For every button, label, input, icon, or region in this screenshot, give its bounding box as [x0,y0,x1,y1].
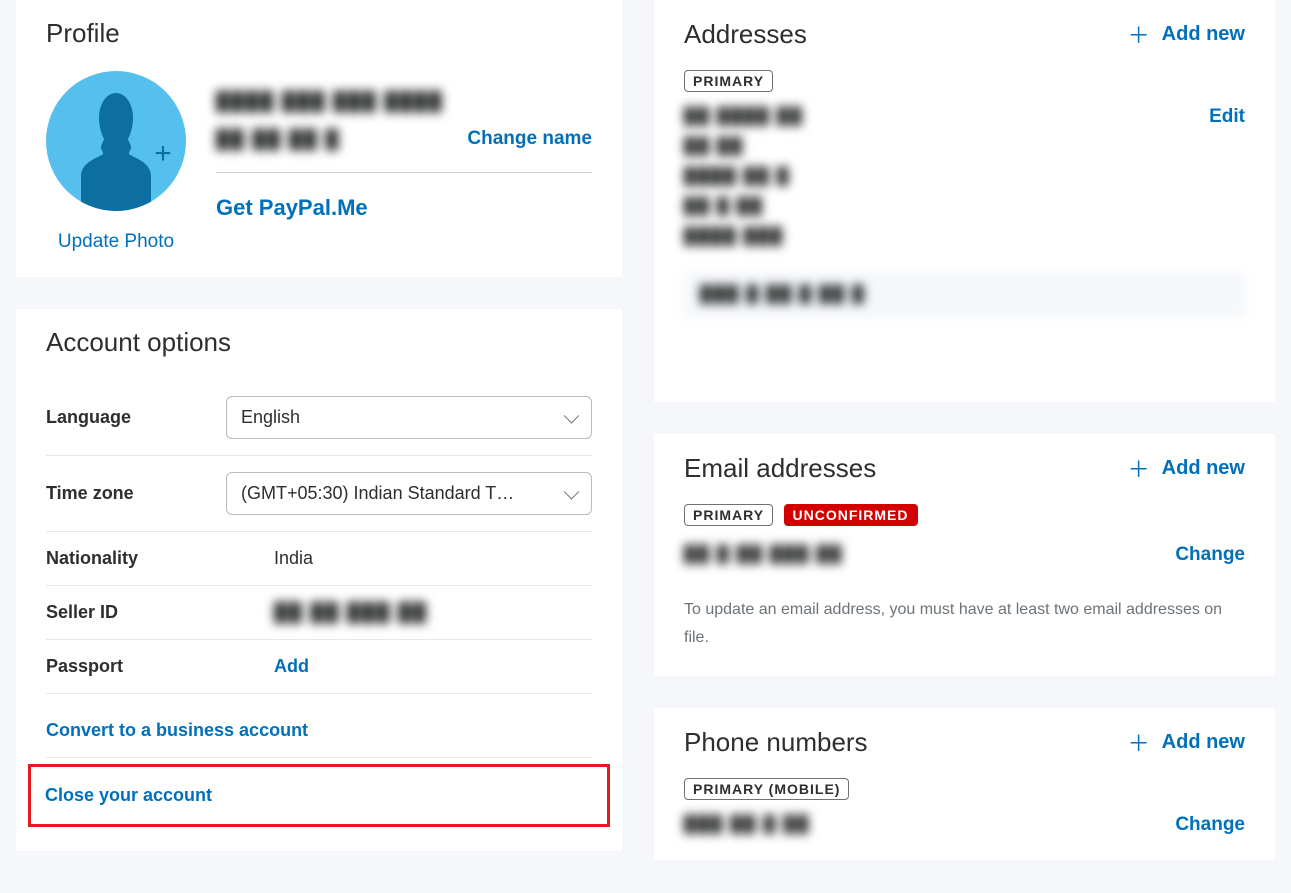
emails-card: Email addresses ＋ Add new PRIMARY UNCONF… [654,434,1275,676]
address-primary-badge: PRIMARY [684,70,773,92]
phone-value: ███ ██ █ ██ [684,816,810,834]
profile-name-line2: ██ ██ ██ █ [216,129,457,150]
phones-heading: Phone numbers [684,727,868,758]
profile-card: Profile + Update Photo ████ ███ ███ ████… [16,0,622,277]
phone-primary-mobile-badge: PRIMARY (MOBILE) [684,778,849,800]
email-unconfirmed-badge: UNCONFIRMED [784,504,918,526]
timezone-row: Time zone (GMT+05:30) Indian Standard T… [46,456,592,532]
close-account-link[interactable]: Close your account [45,785,593,806]
seller-id-label: Seller ID [46,602,226,623]
profile-name-line1: ████ ███ ███ ████ [216,91,592,112]
address-line: ██ █ ██ [684,192,1209,222]
address-edit-link[interactable]: Edit [1209,102,1245,132]
language-row: Language English [46,380,592,456]
add-new-label: Add new [1162,457,1245,480]
update-photo-link[interactable]: Update Photo [58,231,174,253]
phones-card: Phone numbers ＋ Add new PRIMARY (MOBILE)… [654,708,1275,860]
addresses-add-new[interactable]: ＋ Add new [1128,18,1245,50]
timezone-label: Time zone [46,483,226,504]
timezone-select[interactable]: (GMT+05:30) Indian Standard T… [226,472,592,515]
email-value: ██ █ ██ ███ ██ [684,546,843,564]
language-label: Language [46,407,226,428]
account-options-card: Account options Language English Time zo… [16,309,622,851]
email-primary-badge: PRIMARY [684,504,773,526]
seller-id-row: Seller ID ██ ██ ███ ██ [46,586,592,640]
passport-add-link[interactable]: Add [226,656,309,677]
addresses-heading: Addresses [684,19,807,50]
emails-heading: Email addresses [684,453,876,484]
seller-id-value: ██ ██ ███ ██ [226,602,592,623]
plus-icon: ＋ [1128,18,1150,50]
phone-change-link[interactable]: Change [1175,814,1245,836]
convert-business-link[interactable]: Convert to a business account [46,704,592,758]
avatar[interactable]: + [46,71,186,211]
address-footer: ███ █ ██ █ ██ █ [684,272,1245,318]
phones-add-new[interactable]: ＋ Add new [1128,726,1245,758]
language-select[interactable]: English [226,396,592,439]
addresses-card: Addresses ＋ Add new PRIMARY ██ ████ ██ █… [654,0,1275,402]
email-change-link[interactable]: Change [1175,544,1245,566]
emails-add-new[interactable]: ＋ Add new [1128,452,1245,484]
account-options-heading: Account options [46,327,592,358]
nationality-row: Nationality India [46,532,592,586]
close-account-highlight: Close your account [28,764,610,827]
address-line: ████ ███ [684,222,1209,252]
plus-icon: ＋ [1128,726,1150,758]
get-paypalme-link[interactable]: Get PayPal.Me [216,195,592,221]
passport-label: Passport [46,656,226,677]
address-line: ██ ████ ██ [684,102,1209,132]
passport-row: Passport Add [46,640,592,694]
plus-icon: ＋ [1128,452,1150,484]
add-new-label: Add new [1162,23,1245,46]
address-line: ██ ██ [684,132,1209,162]
add-new-label: Add new [1162,731,1245,754]
email-info-text: To update an email address, you must hav… [684,596,1245,652]
nationality-label: Nationality [46,548,226,569]
avatar-plus-icon[interactable]: + [150,141,176,167]
profile-heading: Profile [46,18,592,49]
address-line: ████ ██ █ [684,162,1209,192]
nationality-value: India [226,548,592,569]
change-name-link[interactable]: Change name [467,128,592,150]
